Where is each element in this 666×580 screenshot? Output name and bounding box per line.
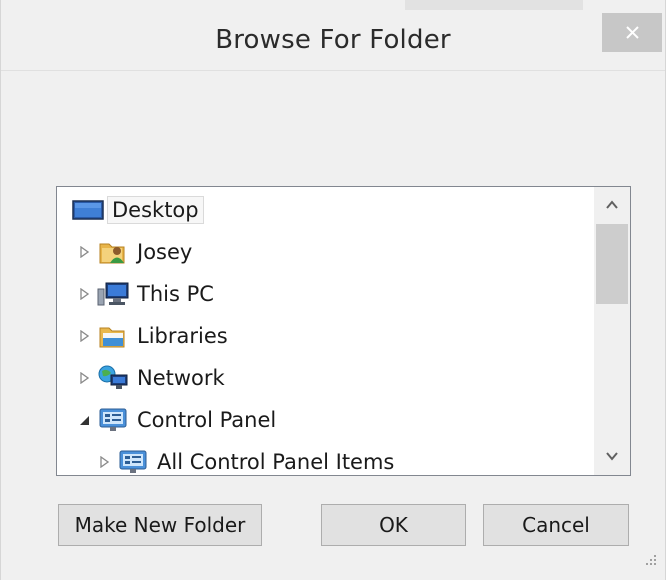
tree-item-this-pc[interactable]: This PC (77, 277, 214, 311)
ok-button[interactable]: OK (321, 504, 466, 546)
cancel-button[interactable]: Cancel (483, 504, 629, 546)
vertical-scrollbar[interactable] (594, 187, 630, 475)
tree-item-label: Network (137, 366, 225, 390)
control-panel-icon (119, 450, 147, 473)
expand-arrow-icon[interactable] (97, 455, 111, 469)
tree-item-josey[interactable]: Josey (77, 235, 192, 269)
expand-arrow-icon[interactable] (77, 245, 91, 259)
tree-item-label: Control Panel (137, 408, 277, 432)
title-bar-highlight (405, 0, 583, 10)
tree-item-label: Desktop (107, 196, 204, 224)
expand-arrow-icon[interactable] (77, 329, 91, 343)
resize-grip-icon[interactable] (641, 552, 659, 570)
control-panel-icon (99, 408, 127, 431)
scroll-down-arrow-icon (606, 452, 618, 461)
expand-arrow-icon[interactable] (77, 371, 91, 385)
expand-arrow-icon[interactable] (77, 287, 91, 301)
tree-item-libraries[interactable]: Libraries (77, 319, 228, 353)
folder-tree[interactable]: Desktop Josey This PC Libraries Network … (56, 186, 631, 476)
title-bar: Browse For Folder (1, 0, 665, 71)
dialog-title: Browse For Folder (215, 25, 451, 55)
browse-for-folder-dialog: Browse For Folder Desktop Josey This PC … (0, 0, 666, 580)
tree-item-label: Libraries (137, 324, 228, 348)
tree-item-label: This PC (137, 282, 214, 306)
desktop-icon (72, 200, 104, 220)
close-button[interactable] (602, 13, 662, 52)
user-folder-icon (99, 243, 125, 264)
scroll-up-button[interactable] (594, 187, 630, 223)
tree-item-all-control-panel-items[interactable]: All Control Panel Items (97, 445, 395, 475)
tree-item-desktop[interactable]: Desktop (72, 193, 204, 227)
tree-item-label: Josey (137, 240, 193, 264)
network-icon (98, 365, 128, 389)
scroll-thumb[interactable] (596, 224, 628, 304)
computer-icon (97, 282, 129, 306)
scroll-down-button[interactable] (594, 439, 630, 475)
tree-item-label: All Control Panel Items (157, 450, 395, 474)
tree-item-control-panel[interactable]: Control Panel (77, 403, 276, 437)
scroll-up-arrow-icon (606, 200, 618, 209)
close-icon (626, 26, 639, 39)
tree-item-network[interactable]: Network (77, 361, 225, 395)
libraries-icon (99, 327, 125, 348)
collapse-arrow-icon[interactable] (77, 413, 91, 427)
make-new-folder-button[interactable]: Make New Folder (58, 504, 262, 546)
